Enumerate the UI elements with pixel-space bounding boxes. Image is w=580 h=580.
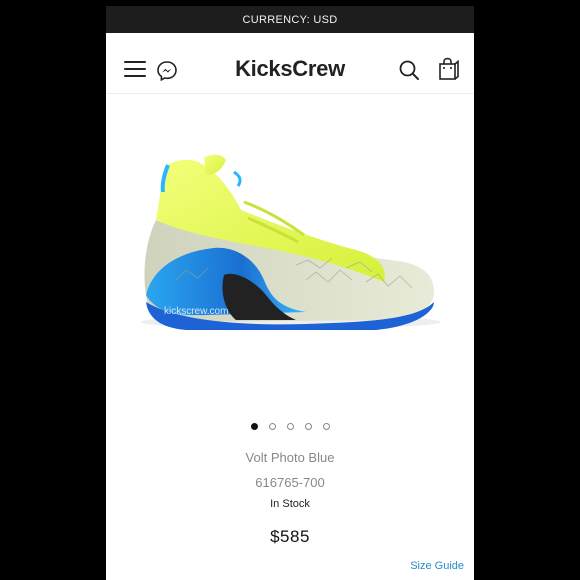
site-logo[interactable]: KicksCrew xyxy=(235,56,345,81)
messenger-button[interactable] xyxy=(156,60,178,82)
image-watermark: kickscrew.com xyxy=(164,306,228,317)
currency-selector[interactable]: CURRENCY: USD xyxy=(106,6,474,33)
menu-button[interactable] xyxy=(124,61,146,78)
product-name: Volt Photo Blue xyxy=(245,450,335,465)
product-image[interactable]: kickscrew.com xyxy=(116,130,456,360)
carousel-dot-1[interactable] xyxy=(250,423,258,430)
product-page: CURRENCY: USD KicksCrew kickscrew.com Vo… xyxy=(106,0,474,580)
product-sku: 616765-700 xyxy=(255,475,325,490)
product-price: $585 xyxy=(270,527,310,546)
carousel-dot-3[interactable] xyxy=(286,423,294,430)
search-icon xyxy=(399,60,419,80)
site-header: KicksCrew xyxy=(106,33,474,94)
currency-label: CURRENCY: USD xyxy=(242,13,338,26)
search-button[interactable] xyxy=(398,59,420,81)
hamburger-menu-icon xyxy=(124,61,146,77)
carousel-dot-5[interactable] xyxy=(322,423,330,430)
stock-status: In Stock xyxy=(270,498,310,510)
shopping-bag-icon xyxy=(439,57,459,80)
carousel-dot-4[interactable] xyxy=(304,423,312,430)
size-guide-link[interactable]: Size Guide xyxy=(410,560,464,572)
image-carousel-indicators xyxy=(106,423,474,433)
messenger-icon xyxy=(157,61,177,82)
shopping-bag-button[interactable] xyxy=(437,57,461,81)
carousel-dot-2[interactable] xyxy=(268,423,276,430)
